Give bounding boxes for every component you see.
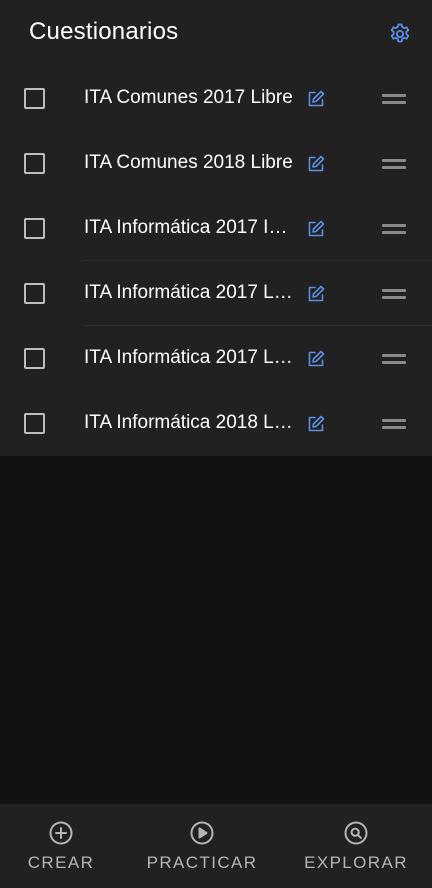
- quiz-row[interactable]: ITA Comunes 2018 Libre: [0, 131, 432, 196]
- quiz-title: ITA Informática 2017 L…: [84, 282, 293, 303]
- quiz-row[interactable]: ITA Comunes 2017 Libre: [0, 66, 432, 131]
- bottom-navigation: CREAR PRACTICAR EXPLORAR: [0, 804, 432, 888]
- edit-button[interactable]: [305, 413, 327, 435]
- drag-handle-icon[interactable]: [380, 91, 408, 107]
- drag-handle-icon[interactable]: [380, 416, 408, 432]
- settings-button[interactable]: [386, 20, 413, 47]
- quiz-checkbox[interactable]: [24, 348, 45, 369]
- quiz-row[interactable]: ITA Informática 2017 L…: [0, 261, 432, 326]
- edit-button[interactable]: [305, 283, 327, 305]
- quiz-row[interactable]: ITA Informática 2017 L…: [0, 326, 432, 391]
- quiz-checkbox[interactable]: [24, 153, 45, 174]
- page-title: Cuestionarios: [29, 18, 179, 45]
- add-circle-icon: [49, 821, 73, 845]
- nav-label: EXPLORAR: [304, 853, 408, 872]
- quiz-checkbox[interactable]: [24, 283, 45, 304]
- quiz-title: ITA Informática 2018 L…: [84, 412, 293, 433]
- quiz-row[interactable]: ITA Informática 2017 I…: [0, 196, 432, 261]
- quiz-title: ITA Informática 2017 L…: [84, 347, 293, 368]
- edit-icon: [308, 285, 325, 302]
- drag-handle-icon[interactable]: [380, 286, 408, 302]
- nav-label: CREAR: [27, 853, 95, 872]
- quiz-row[interactable]: ITA Informática 2018 L…: [0, 391, 432, 456]
- nav-practicar[interactable]: PRACTICAR: [142, 804, 262, 888]
- quiz-title: ITA Informática 2017 I…: [84, 217, 288, 238]
- nav-explorar[interactable]: EXPLORAR: [300, 804, 412, 888]
- app-header: Cuestionarios: [0, 0, 432, 66]
- drag-handle-icon[interactable]: [380, 156, 408, 172]
- edit-button[interactable]: [305, 348, 327, 370]
- edit-icon: [308, 90, 325, 107]
- quiz-list: ITA Comunes 2017 Libre ITA Comunes 2018 …: [0, 66, 432, 456]
- edit-button[interactable]: [305, 88, 327, 110]
- drag-handle-icon[interactable]: [380, 351, 408, 367]
- edit-icon: [308, 415, 325, 432]
- quiz-checkbox[interactable]: [24, 88, 45, 109]
- nav-crear[interactable]: CREAR: [23, 804, 99, 888]
- quiz-title: ITA Comunes 2018 Libre: [84, 152, 293, 173]
- quiz-checkbox[interactable]: [24, 218, 45, 239]
- edit-icon: [308, 155, 325, 172]
- edit-icon: [308, 220, 325, 237]
- edit-icon: [308, 350, 325, 367]
- quiz-title: ITA Comunes 2017 Libre: [84, 87, 293, 108]
- play-circle-icon: [190, 821, 214, 845]
- drag-handle-icon[interactable]: [380, 221, 408, 237]
- app-screen: Cuestionarios ITA Comunes 2017 Libre ITA…: [0, 0, 432, 888]
- quiz-checkbox[interactable]: [24, 413, 45, 434]
- nav-label: PRACTICAR: [146, 853, 258, 872]
- gear-icon: [390, 23, 409, 42]
- edit-button[interactable]: [305, 153, 327, 175]
- search-circle-icon: [344, 821, 368, 845]
- edit-button[interactable]: [305, 218, 327, 240]
